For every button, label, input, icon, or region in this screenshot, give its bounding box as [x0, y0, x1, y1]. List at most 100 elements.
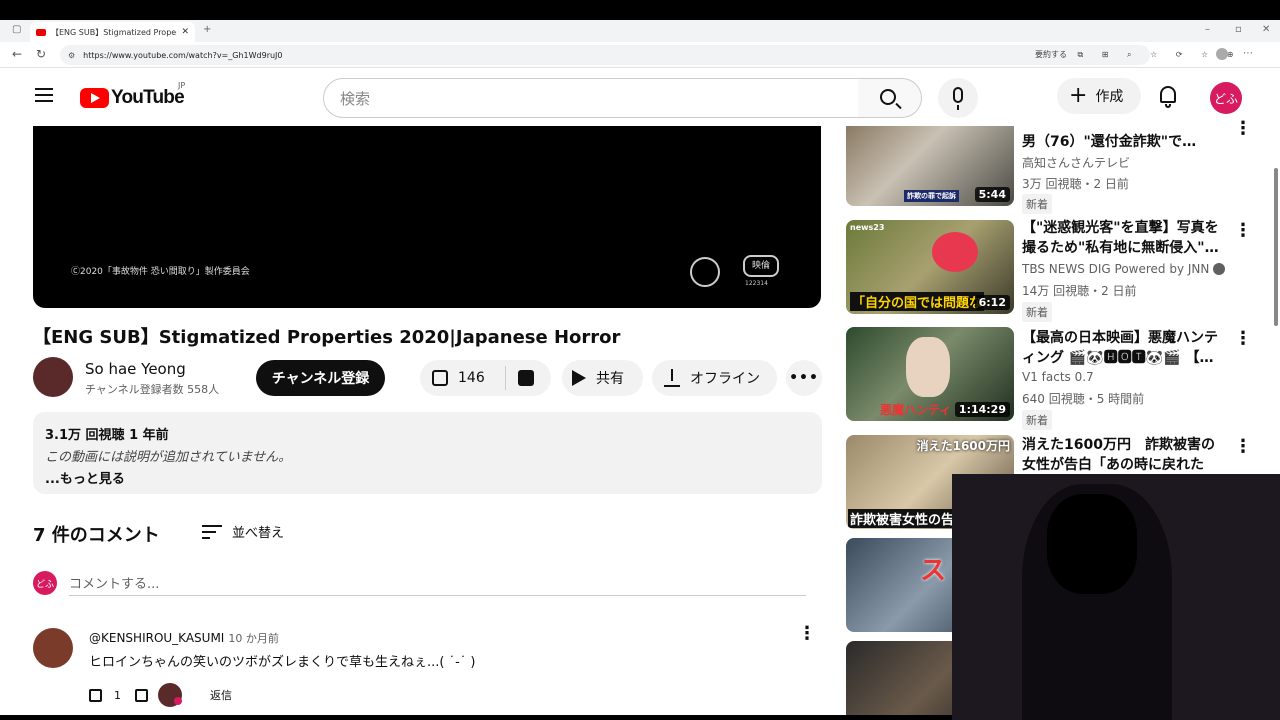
logo-text: YouTube: [111, 87, 185, 108]
comment-author[interactable]: @KENSHIROU_KASUMI: [89, 631, 224, 645]
description-box[interactable]: 3.1万 回視聴 1 年前 この動画には説明が追加されていません。 ...もっと…: [33, 412, 822, 494]
dislike-button[interactable]: [518, 370, 534, 386]
page-scrollbar[interactable]: [1274, 168, 1278, 326]
comment-text: ヒロインちゃんの笑いのツボがズレまくりで草も生えねぇ...( ˙-˙ ): [89, 655, 476, 670]
account-avatar[interactable]: どふ: [1210, 82, 1242, 114]
share-button[interactable]: 共有: [562, 360, 643, 396]
minimize-icon[interactable]: –: [1205, 24, 1210, 35]
address-bar[interactable]: ⚙ https://www.youtube.com/watch?v=_Gh1Wd…: [60, 45, 1150, 65]
view-stats: 3.1万 回視聴 1 年前: [45, 428, 169, 443]
create-label: 作成: [1095, 89, 1124, 105]
hamburger-menu-icon[interactable]: [35, 88, 53, 102]
related-channel[interactable]: V1 facts 0.7: [1022, 370, 1094, 384]
tab-actions-icon[interactable]: ▢: [12, 24, 21, 35]
comment-time[interactable]: 10 か月前: [228, 632, 279, 645]
blur-mask: [932, 232, 978, 272]
show-more-link[interactable]: ...もっと見る: [45, 468, 810, 487]
related-title[interactable]: 【"迷惑観光客"を直撃】写真を撮るため"私有地に無断侵入"…: [1022, 218, 1222, 258]
related-thumbnail[interactable]: news23 「自分の国では問題な 6:12: [846, 220, 1014, 314]
url-text: https://www.youtube.com/watch?v=_Gh1Wd9r…: [83, 50, 283, 60]
verified-icon: [1213, 263, 1226, 275]
more-actions-button[interactable]: •••: [786, 360, 822, 396]
search-input[interactable]: 検索: [323, 78, 859, 118]
browser-tab[interactable]: 【ENG SUB】Stigmatized Properties ✕: [30, 22, 195, 42]
news23-tag: news23: [850, 223, 885, 232]
related-menu-icon[interactable]: ⋮: [1234, 330, 1252, 348]
related-title[interactable]: 【最高の日本映画】悪魔ハンティング 🎬🐼🅷🅾🆃🐼🎬 【…: [1022, 328, 1222, 368]
plus-icon: +: [1069, 83, 1088, 108]
seal-logo-icon: [690, 257, 720, 287]
webcam-overlay: [952, 474, 1280, 720]
comment-dislike-icon[interactable]: [135, 688, 148, 702]
thumbnail-caption: 悪魔ハンティ: [880, 403, 952, 417]
sort-icon: [202, 524, 222, 539]
thumbnail-face: [906, 337, 950, 397]
back-icon[interactable]: ←: [12, 47, 22, 61]
tab-title: 【ENG SUB】Stigmatized Properties: [51, 27, 177, 37]
share-icon: [572, 370, 586, 386]
download-icon: [664, 369, 680, 387]
thumbnail-caption: 「自分の国では問題な: [850, 292, 985, 311]
copyright-overlay: Ⓒ2020「事故物件 恐い間取り」製作委員会: [71, 267, 250, 277]
share-label: 共有: [596, 371, 624, 387]
related-title[interactable]: 消えた1600万円 詐欺被害の女性が告白「あの時に戻れたら」…: [1022, 435, 1222, 475]
browser-profile-icon[interactable]: [1216, 48, 1228, 60]
close-window-icon[interactable]: ✕: [1262, 24, 1270, 35]
tab-bar: ▢ 【ENG SUB】Stigmatized Properties ✕ + – …: [0, 20, 1280, 42]
my-avatar: どふ: [33, 571, 57, 595]
related-menu-icon[interactable]: ⋮: [1234, 222, 1252, 240]
video-duration: 1:14:29: [954, 402, 1010, 417]
download-button[interactable]: オフライン: [652, 360, 777, 396]
site-info-icon[interactable]: ⚙: [68, 51, 75, 60]
comment-like-icon[interactable]: [89, 688, 102, 702]
search-button[interactable]: [858, 78, 922, 118]
notifications-bell-icon[interactable]: [1158, 86, 1178, 108]
subscribe-button[interactable]: チャンネル登録: [256, 360, 385, 396]
microphone-icon: [953, 87, 963, 103]
new-badge: 新着: [1022, 302, 1052, 322]
country-code: JP: [178, 81, 186, 90]
new-tab-icon[interactable]: +: [203, 24, 211, 35]
reload-icon[interactable]: ↻: [36, 47, 46, 61]
commenter-avatar[interactable]: [33, 628, 73, 668]
comment-menu-icon[interactable]: ⋮: [798, 625, 816, 643]
comment-actions: 1 返信: [89, 683, 232, 707]
related-thumbnail[interactable]: 詐欺の罪で起訴 5:44: [846, 126, 1014, 206]
voice-search-button[interactable]: [938, 78, 978, 118]
related-title[interactable]: 男（76）"還付金詐欺"で…『e-...: [1022, 132, 1222, 152]
youtube-favicon-icon: [36, 28, 46, 36]
related-meta: 14万 回視聴・2 日前: [1022, 284, 1137, 298]
webcam-mask: [1047, 494, 1137, 594]
related-thumbnail[interactable]: 悪魔ハンティ 1:14:29: [846, 327, 1014, 421]
comment-count: 7 件のコメント: [33, 525, 160, 546]
related-channel[interactable]: TBS NEWS DIG Powered by JNN: [1022, 262, 1226, 276]
comment-like-count: 1: [114, 688, 121, 702]
browser-menu-icon[interactable]: ⋯: [1243, 48, 1253, 59]
like-button[interactable]: 146: [420, 366, 506, 390]
new-badge: 新着: [1022, 410, 1052, 430]
sort-comments-button[interactable]: 並べ替え: [202, 522, 284, 541]
search-icon: [880, 89, 896, 105]
summarize-button[interactable]: 要約する: [1035, 50, 1067, 59]
related-menu-icon[interactable]: ⋮: [1234, 120, 1252, 138]
description-text: この動画には説明が追加されていません。: [45, 450, 292, 465]
comment-header: @KENSHIROU_KASUMI 10 か月前: [89, 630, 279, 646]
reply-button[interactable]: 返信: [210, 687, 232, 703]
channel-name[interactable]: So hae Yeong: [85, 360, 186, 378]
maximize-icon[interactable]: ▫: [1235, 24, 1242, 35]
browser-toolbar[interactable]: 要約する ⧉ ⊞ ⌕ ☆ ⟳ ☆ ⊕: [1035, 49, 1241, 60]
related-menu-icon[interactable]: ⋮: [1234, 438, 1252, 456]
related-channel[interactable]: 高知さんさんテレビ: [1022, 154, 1130, 171]
channel-avatar[interactable]: [33, 357, 73, 397]
eirin-number: 122314: [745, 280, 768, 287]
comment-input[interactable]: コメントする...: [69, 573, 806, 596]
youtube-header: YouTube JP 検索 + 作成 どふ: [0, 68, 1280, 126]
video-player[interactable]: Ⓒ2020「事故物件 恐い間取り」製作委員会 映倫 122314: [33, 126, 821, 308]
thumbnail-caption: 詐欺の罪で起訴: [904, 190, 959, 202]
video-title: 【ENG SUB】Stigmatized Properties 2020|Jap…: [33, 327, 621, 348]
new-badge: 新着: [1022, 194, 1052, 214]
tab-close-icon[interactable]: ✕: [181, 27, 189, 37]
related-channel-name: TBS NEWS DIG Powered by JNN: [1022, 262, 1210, 276]
youtube-logo[interactable]: YouTube JP: [80, 81, 185, 109]
create-button[interactable]: + 作成: [1057, 78, 1141, 114]
